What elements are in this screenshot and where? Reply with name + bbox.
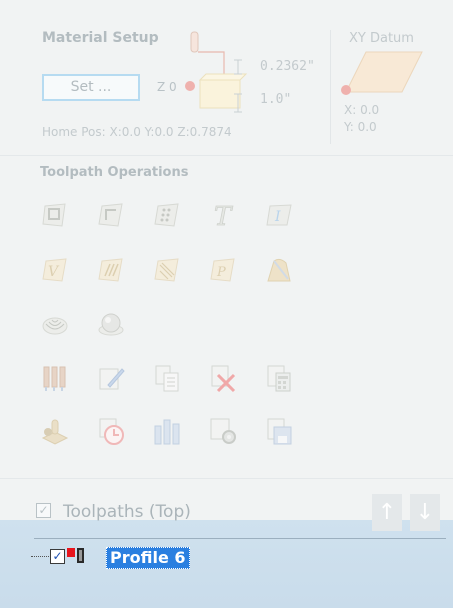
svg-text:T: T [214,202,233,230]
set-material-button[interactable]: Set ... [42,74,140,101]
thickness-bottom-value: 1.0" [260,92,292,107]
texture-text-icon[interactable]: T [208,200,238,230]
save-toolpath-icon[interactable] [264,416,294,446]
material-setup-title: Material Setup [42,30,159,46]
preview-material-icon[interactable] [40,416,70,446]
3d-roughing-icon[interactable] [40,308,70,338]
calculate-icon[interactable] [264,363,294,393]
toolpaths-list-panel [0,520,453,608]
tool-database-icon[interactable] [152,416,182,446]
toolpaths-visibility-checkbox[interactable]: ✓ [36,503,51,518]
tree-connector [31,556,49,557]
inlay-toolpath-icon[interactable]: I [264,200,294,230]
xy-datum-y: Y: 0.0 [344,120,377,134]
toolpath-operations-title: Toolpath Operations [40,165,189,180]
material-diagram-icon [185,31,248,113]
xy-datum-x: X: 0.0 [344,103,380,117]
texture-toolpath-icon[interactable] [152,255,182,285]
toolpaths-title: Toolpaths (Top) [63,502,191,522]
svg-text:I: I [274,209,281,225]
toolpath-settings-icon[interactable] [208,416,238,446]
drilling-toolpath-icon[interactable] [152,200,182,230]
section-divider [0,155,453,156]
v-carve-toolpath-icon[interactable]: V [40,255,70,285]
3d-finishing-icon[interactable] [96,308,126,338]
toolpaths-header-line [34,538,446,539]
move-down-button[interactable]: ↓ [410,494,440,531]
time-estimate-icon[interactable] [96,416,126,446]
toolpath-item-label[interactable]: Profile 6 [106,547,190,569]
section-divider [330,30,331,144]
move-up-button[interactable]: ↑ [372,494,402,531]
home-position-text: Home Pos: X:0.0 Y:0.0 Z:0.7874 [42,125,232,139]
drill-template-icon[interactable] [40,363,70,393]
profile-toolpath-icon[interactable] [40,200,70,230]
xy-datum-title: XY Datum [349,31,414,46]
moulding-toolpath-icon[interactable] [264,255,294,285]
profile-item-icon [67,548,84,563]
delete-toolpath-icon[interactable] [208,363,238,393]
thickness-top-value: 0.2362" [260,59,315,74]
toolpath-summary-icon[interactable] [152,363,182,393]
fluting-toolpath-icon[interactable] [96,255,126,285]
svg-text:P: P [216,265,226,280]
section-divider [0,478,453,479]
xy-datum-plane-icon[interactable] [338,48,428,98]
edit-toolpath-icon[interactable] [96,363,126,393]
toolpath-item-checkbox[interactable]: ✓ [50,549,65,564]
prism-toolpath-icon[interactable]: P [208,255,238,285]
pocket-toolpath-icon[interactable] [96,200,126,230]
z-zero-label: Z 0 [157,80,177,94]
